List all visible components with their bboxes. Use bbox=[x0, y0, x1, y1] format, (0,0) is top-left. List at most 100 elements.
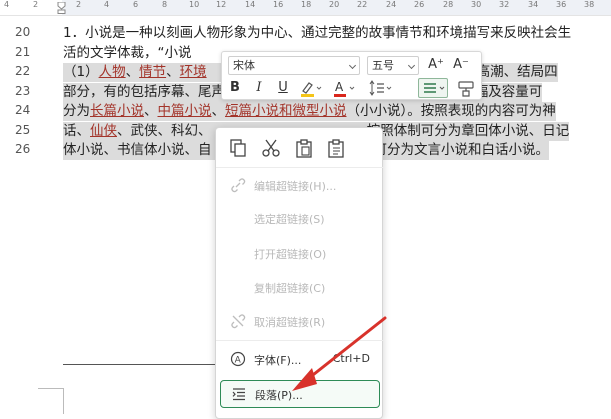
line-text: 分为长篇小说、中篇小说、短篇小说和微型小说（小小说）。按照表现的内容可为神 bbox=[63, 102, 556, 121]
ruler-number: 20 bbox=[329, 0, 340, 9]
ruler-number: 2 bbox=[33, 0, 39, 9]
line-number: 24 bbox=[15, 103, 31, 117]
grow-font-button[interactable]: A⁺ bbox=[425, 55, 447, 75]
line-text: 活的文学体裁，“小说 bbox=[63, 44, 192, 63]
font-color-icon: A bbox=[334, 80, 355, 97]
ruler-number: 18 bbox=[301, 0, 312, 9]
link-icon bbox=[231, 178, 246, 193]
line-text: 1．小说是一种以刻画人物形象为中心、通过完整的故事情节和环境描写来反映社会生 bbox=[63, 24, 571, 43]
menu-item-label: 选定超链接(S) bbox=[254, 213, 325, 226]
font-dialog-icon: A bbox=[230, 351, 246, 367]
font-color-button[interactable]: A bbox=[332, 78, 358, 98]
hyperlink-text[interactable]: 短篇小说和微型小说 bbox=[225, 103, 347, 119]
font-size-select[interactable]: 五号 bbox=[367, 56, 419, 75]
paragraph-dialog-item[interactable]: 段落(P)... bbox=[220, 380, 380, 408]
select-hyperlink-item: 选定超链接(S) bbox=[220, 205, 380, 231]
align-center-icon bbox=[424, 83, 445, 93]
line-number: 22 bbox=[15, 64, 31, 78]
unlink-icon bbox=[231, 314, 246, 329]
document-line[interactable]: 20 1．小说是一种以刻画人物形象为中心、通过完整的故事情节和环境描写来反映社会生 bbox=[0, 24, 611, 43]
svg-text:A: A bbox=[235, 356, 242, 366]
paste-text-only-icon[interactable] bbox=[326, 138, 346, 158]
edit-hyperlink-item: 编辑超链接(H)... bbox=[220, 172, 380, 198]
chevron-down-icon bbox=[407, 61, 416, 70]
ruler-number: 8 bbox=[162, 0, 168, 9]
hyperlink-text[interactable]: 中篇小说 bbox=[158, 103, 212, 119]
text-run: 1．小说是一种以刻画人物形象为中心、通过完整的故事情节和环境描写来反映社会生 bbox=[63, 25, 572, 41]
line-spacing-icon bbox=[369, 80, 392, 96]
paste-icon[interactable] bbox=[294, 138, 314, 158]
ruler-number: 30 bbox=[471, 0, 482, 9]
menu-item-label: 段落(P)... bbox=[255, 389, 303, 402]
highlighter-icon bbox=[301, 82, 322, 97]
text-run: 分为 bbox=[63, 103, 90, 119]
cut-icon[interactable] bbox=[261, 138, 281, 158]
font-name-select[interactable]: 宋体 bbox=[228, 56, 360, 75]
hyperlink-text[interactable]: 情节 bbox=[139, 64, 166, 80]
text-run: 、 bbox=[166, 64, 180, 80]
paragraph-align-button[interactable] bbox=[418, 78, 448, 98]
text-run: 、 bbox=[144, 103, 158, 119]
menu-item-label: 复制超链接(C) bbox=[254, 282, 326, 295]
line-number: 20 bbox=[15, 25, 31, 39]
ruler-number: 4 bbox=[104, 0, 110, 9]
hyperlink-text[interactable]: 环境 bbox=[180, 64, 207, 80]
font-name-value: 宋体 bbox=[233, 59, 255, 72]
ruler-number: 28 bbox=[443, 0, 454, 9]
bold-button[interactable]: B bbox=[226, 78, 244, 98]
font-size-value: 五号 bbox=[372, 59, 394, 72]
ruler-number: 34 bbox=[528, 0, 539, 9]
clipboard-actions bbox=[216, 128, 384, 168]
menu-item-label: 取消超链接(R) bbox=[254, 316, 326, 329]
format-painter-icon bbox=[458, 81, 474, 97]
text-run: （1） bbox=[63, 64, 99, 80]
ruler-number: 32 bbox=[499, 0, 510, 9]
ruler-number: 38 bbox=[584, 0, 595, 9]
footnote-separator bbox=[63, 364, 223, 365]
chevron-down-icon bbox=[348, 61, 357, 70]
menu-separator bbox=[216, 340, 384, 341]
ruler-number: 4 bbox=[4, 0, 10, 9]
line-number: 26 bbox=[15, 142, 31, 156]
text-run: 话、 bbox=[63, 122, 90, 139]
paragraph-icon bbox=[232, 388, 245, 401]
ruler-number: 10 bbox=[189, 0, 200, 9]
text-run: 活的文学体裁，“小说 bbox=[63, 44, 192, 61]
ruler-number: 22 bbox=[357, 0, 368, 9]
ruler-number: 16 bbox=[273, 0, 284, 9]
line-spacing-button[interactable] bbox=[368, 78, 394, 98]
italic-button[interactable]: I bbox=[250, 78, 268, 98]
text-run: 、 bbox=[125, 64, 140, 80]
svg-text:A: A bbox=[335, 80, 344, 94]
horizontal-ruler[interactable]: 4 2 2 4 6 8 10 12 14 16 18 20 22 24 26 28 30 32 34 36 38 bbox=[0, 0, 611, 16]
ruler-number: 24 bbox=[386, 0, 397, 9]
line-number: 23 bbox=[15, 83, 31, 98]
copy-icon[interactable] bbox=[228, 138, 248, 158]
ruler-number: 36 bbox=[556, 0, 567, 9]
ruler-number: 14 bbox=[245, 0, 256, 9]
ruler-number: 6 bbox=[133, 0, 139, 9]
hyperlink-text[interactable]: 人物 bbox=[99, 64, 126, 80]
underline-button[interactable]: U bbox=[274, 78, 292, 98]
menu-item-label: 编辑超链接(H)... bbox=[254, 180, 337, 193]
context-menu: 编辑超链接(H)... 选定超链接(S) 打开超链接(O) 复制超链接(C) 取… bbox=[215, 127, 384, 419]
ruler-number: 26 bbox=[414, 0, 425, 9]
font-dialog-item[interactable]: A 字体(F)... Ctrl+D bbox=[220, 346, 380, 372]
format-painter-button[interactable] bbox=[454, 78, 478, 98]
indent-marker[interactable] bbox=[57, 2, 66, 14]
text-run: （小小说）。按照表现的内容可为神 bbox=[346, 103, 556, 119]
copy-hyperlink-item: 复制超链接(C) bbox=[220, 274, 380, 300]
remove-hyperlink-item: 取消超链接(R) bbox=[220, 308, 380, 334]
ruler-number: 2 bbox=[76, 0, 82, 9]
hyperlink-text[interactable]: 长篇小说 bbox=[90, 103, 144, 119]
shrink-font-button[interactable]: A⁻ bbox=[450, 55, 472, 75]
page-corner-mark bbox=[38, 388, 64, 414]
text-run: 、 bbox=[211, 103, 226, 119]
document-line[interactable]: 24 分为长篇小说、中篇小说、短篇小说和微型小说（小小说）。按照表现的内容可为神 bbox=[0, 102, 611, 121]
menu-item-shortcut: Ctrl+D bbox=[332, 352, 370, 365]
hyperlink-text[interactable]: 仙侠 bbox=[90, 123, 117, 139]
line-number: 25 bbox=[15, 122, 31, 137]
line-number: 21 bbox=[15, 44, 31, 59]
menu-item-label: 打开超链接(O) bbox=[254, 248, 327, 261]
highlight-button[interactable] bbox=[298, 78, 322, 98]
